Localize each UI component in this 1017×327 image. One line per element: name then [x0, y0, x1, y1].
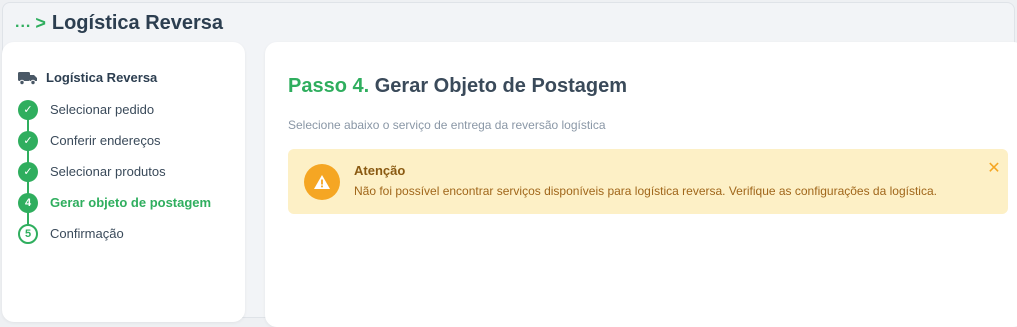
main-panel: Passo 4. Gerar Objeto de Postagem Seleci… [265, 42, 1017, 327]
step-item-2[interactable]: ✓ Conferir endereços [18, 125, 211, 156]
step-label: Selecionar produtos [50, 164, 166, 179]
page-header: ... > Logística Reversa [3, 3, 1014, 43]
step-item-1[interactable]: ✓ Selecionar pedido [18, 94, 211, 125]
step-label: Selecionar pedido [50, 102, 155, 117]
check-icon: ✓ [18, 130, 38, 151]
step-item-5[interactable]: 5 Confirmação [18, 218, 211, 249]
step-item-3[interactable]: ✓ Selecionar produtos [18, 156, 211, 187]
check-icon: ✓ [18, 161, 38, 182]
warning-alert: Atenção Não foi possível encontrar servi… [288, 149, 1008, 214]
step-label: Confirmação [50, 226, 124, 241]
step-heading: Passo 4. Gerar Objeto de Postagem [288, 75, 627, 98]
alert-message: Não foi possível encontrar serviços disp… [354, 184, 937, 198]
breadcrumb-ellipsis[interactable]: ... [15, 14, 31, 32]
close-icon[interactable]: ✕ [986, 161, 1002, 177]
step-label: Gerar objeto de postagem [50, 195, 212, 210]
alert-title: Atenção [354, 163, 406, 178]
page-title: Logística Reversa [51, 11, 224, 34]
steps-sidebar: Logística Reversa ✓ Selecionar pedido ✓ … [2, 42, 245, 322]
step-list: ✓ Selecionar pedido ✓ Conferir endereços… [18, 94, 211, 249]
check-icon: ✓ [18, 99, 38, 120]
sidebar-header: Logística Reversa [18, 70, 157, 85]
truck-icon [18, 71, 37, 85]
step-title: Gerar Objeto de Postagem [374, 75, 628, 97]
chevron-right-icon: > [35, 12, 46, 33]
step-label: Conferir endereços [50, 133, 161, 148]
step-description: Selecione abaixo o serviço de entrega da… [288, 118, 606, 132]
step-item-4[interactable]: 4 Gerar objeto de postagem [18, 187, 211, 218]
step-number-badge: 4 [18, 192, 38, 213]
step-number-badge: 5 [18, 223, 38, 244]
sidebar-title: Logística Reversa [46, 70, 158, 85]
step-number: Passo 4. [288, 75, 370, 97]
warning-icon [304, 164, 340, 200]
